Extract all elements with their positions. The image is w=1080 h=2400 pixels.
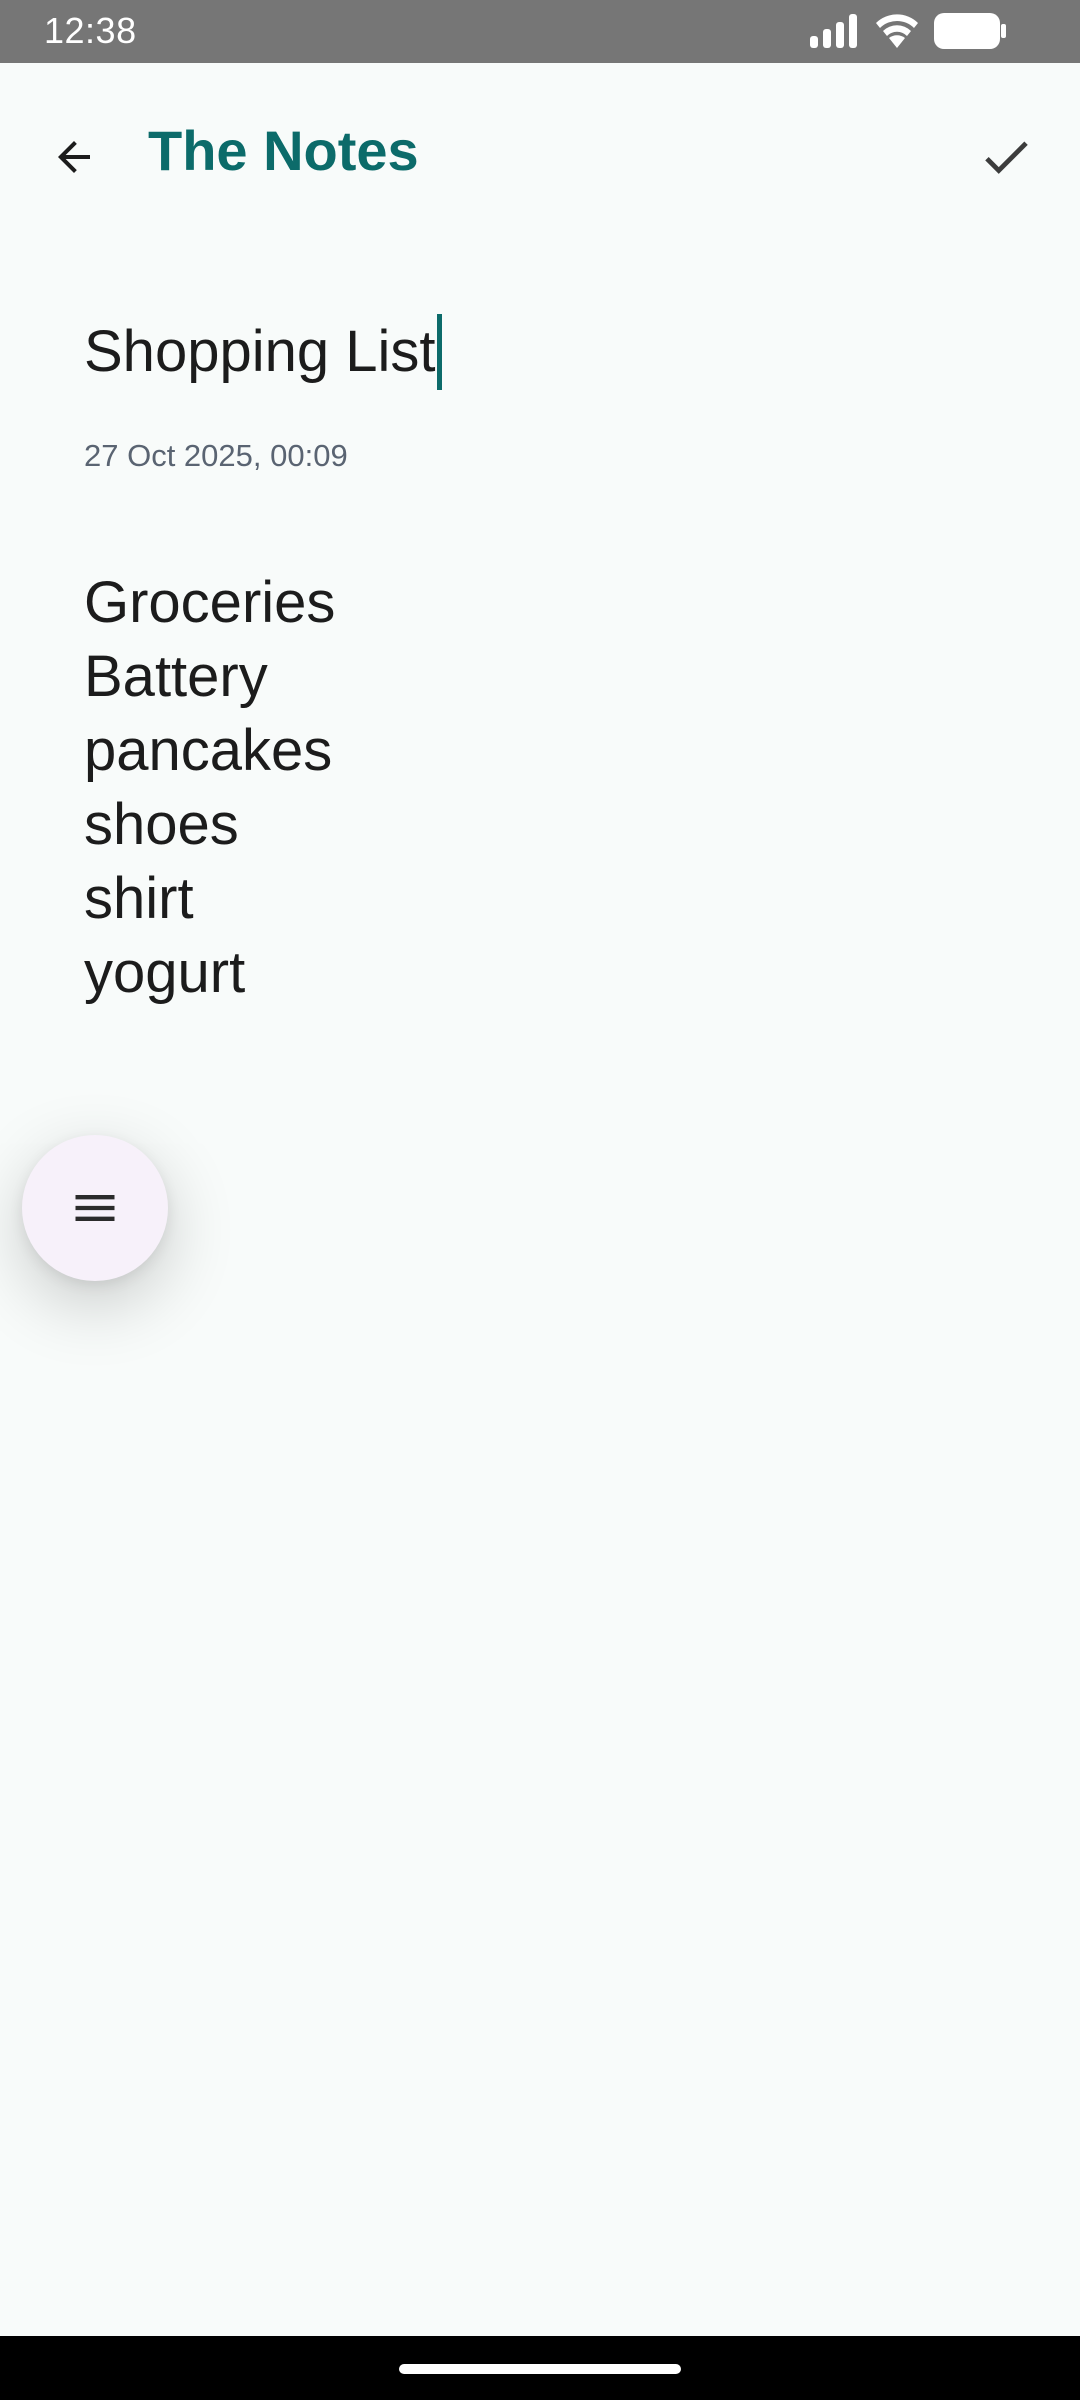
signal-icon bbox=[810, 14, 857, 48]
note-line: shirt bbox=[84, 866, 194, 931]
menu-fab-button[interactable] bbox=[22, 1135, 168, 1281]
app-title: The Notes bbox=[148, 119, 419, 182]
arrow-back-icon bbox=[58, 141, 90, 173]
done-button[interactable] bbox=[962, 113, 1050, 201]
note-line: shoes bbox=[84, 792, 239, 857]
note-timestamp: 27 Oct 2025, 00:09 bbox=[84, 438, 348, 473]
note-title: Shopping List bbox=[84, 319, 436, 384]
note-title-field[interactable]: Shopping List bbox=[84, 310, 443, 394]
note-line: pancakes bbox=[84, 718, 333, 783]
wifi-icon bbox=[876, 14, 918, 48]
app-bar: The Notes bbox=[0, 63, 1080, 233]
home-indicator[interactable] bbox=[399, 2364, 681, 2374]
menu-icon bbox=[75, 1195, 115, 1221]
status-time: 12:38 bbox=[44, 10, 137, 51]
navigation-bar bbox=[0, 2336, 1080, 2400]
back-button[interactable] bbox=[30, 113, 118, 201]
note-line: yogurt bbox=[84, 940, 246, 1005]
status-bar: 12:38 bbox=[0, 0, 1080, 63]
text-cursor bbox=[437, 314, 443, 390]
battery-icon bbox=[934, 13, 1006, 49]
note-body-field[interactable]: Groceries Battery pancakes shoes shirt y… bbox=[84, 566, 984, 1010]
note-line: Battery bbox=[84, 644, 268, 709]
note-line: Groceries bbox=[84, 570, 336, 635]
check-icon bbox=[985, 141, 1028, 174]
